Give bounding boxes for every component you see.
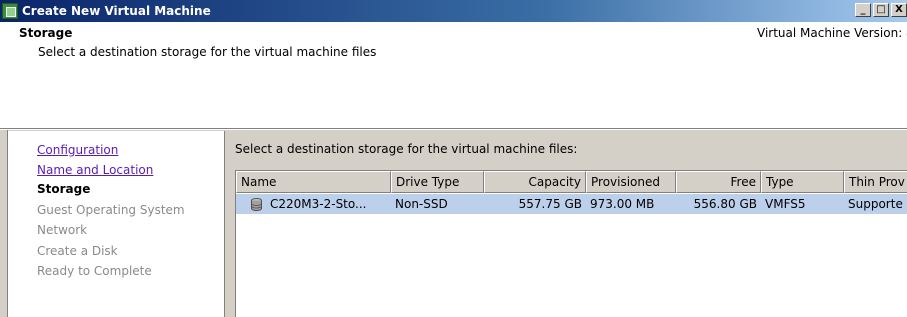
- vm-wizard-icon: [2, 3, 18, 19]
- cell-thin-prov: Supporte: [848, 197, 903, 211]
- nav-step-guest-os: Guest Operating System: [37, 203, 185, 217]
- datastore-icon: [251, 198, 262, 211]
- table-row[interactable]: C220M3-2-Sto... Non-SSD 557.75 GB 973.00…: [236, 194, 907, 214]
- nav-step-ready-to-complete: Ready to Complete: [37, 264, 152, 278]
- step-subtitle: Select a destination storage for the vir…: [38, 45, 377, 59]
- window-title: Create New Virtual Machine: [22, 4, 211, 18]
- column-header-capacity[interactable]: Capacity: [484, 171, 586, 193]
- cell-free: 556.80 GB: [693, 197, 757, 211]
- maximize-button[interactable]: □: [873, 3, 889, 17]
- cell-type: VMFS5: [765, 197, 806, 211]
- close-button[interactable]: X: [891, 3, 907, 17]
- column-header-drive-type[interactable]: Drive Type: [391, 171, 484, 193]
- nav-step-network: Network: [37, 223, 88, 237]
- cell-provisioned: 973.00 MB: [590, 197, 655, 211]
- wizard-steps-nav: Configuration Name and Location Storage …: [8, 131, 225, 317]
- minimize-button[interactable]: _: [855, 3, 871, 17]
- nav-step-configuration[interactable]: Configuration: [37, 143, 118, 157]
- left-edge: [0, 130, 8, 317]
- cell-capacity: 557.75 GB: [518, 197, 582, 211]
- step-title: Storage: [19, 26, 73, 40]
- nav-step-storage: Storage: [37, 182, 91, 196]
- nav-step-create-disk: Create a Disk: [37, 244, 118, 258]
- column-header-name[interactable]: Name: [236, 171, 391, 193]
- column-header-free[interactable]: Free: [676, 171, 761, 193]
- cell-drive-type: Non-SSD: [395, 197, 448, 211]
- vm-version-label: Virtual Machine Version: 8: [757, 26, 907, 40]
- table-header: Name Drive Type Capacity Provisioned Fre…: [236, 171, 907, 193]
- column-header-type[interactable]: Type: [761, 171, 844, 193]
- datastore-table[interactable]: Name Drive Type Capacity Provisioned Fre…: [235, 170, 907, 317]
- window-title-bar[interactable]: Create New Virtual Machine _ □ X: [0, 0, 907, 22]
- cell-name: C220M3-2-Sto...: [270, 197, 367, 211]
- column-header-provisioned[interactable]: Provisioned: [586, 171, 676, 193]
- nav-step-name-and-location[interactable]: Name and Location: [37, 163, 153, 177]
- window-controls: _ □ X: [855, 3, 907, 17]
- column-header-thin-prov[interactable]: Thin Prov: [844, 171, 907, 193]
- storage-instructions: Select a destination storage for the vir…: [235, 142, 578, 156]
